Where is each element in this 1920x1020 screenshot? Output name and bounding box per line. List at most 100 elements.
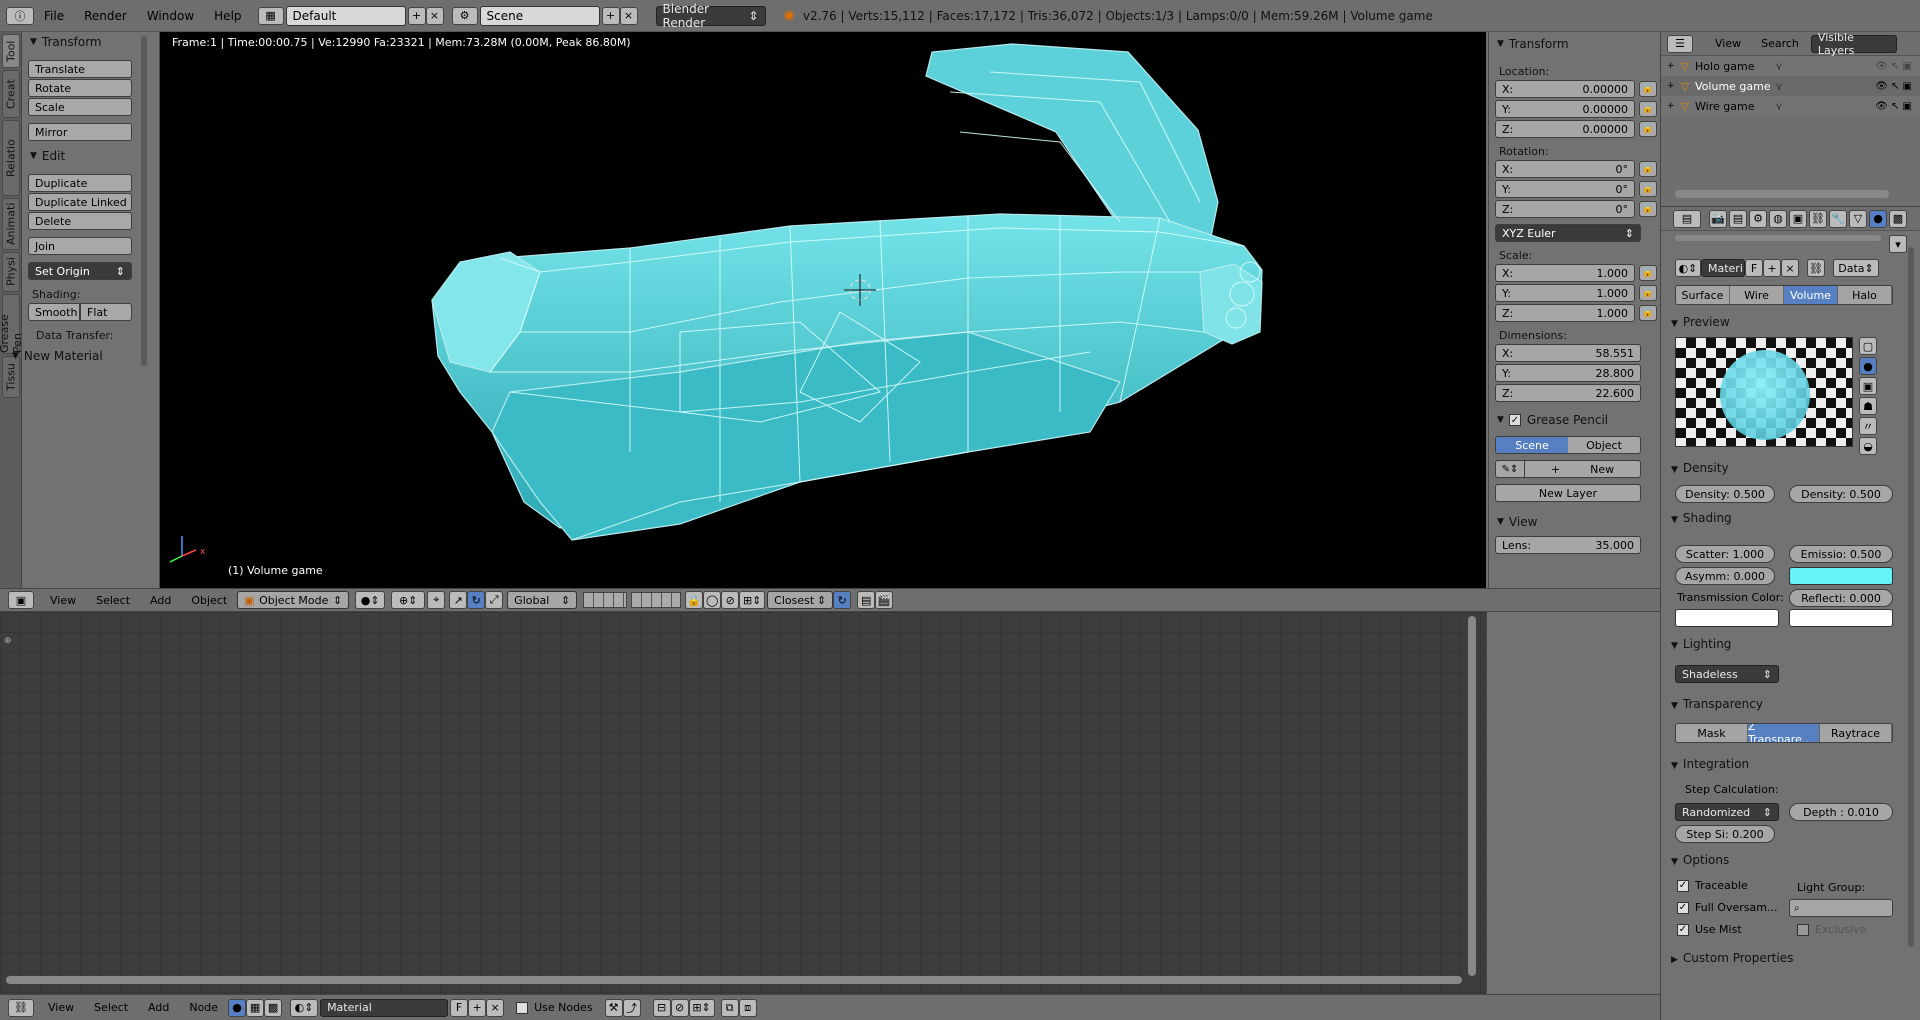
lock-icon[interactable]: 🔓 [1639, 161, 1657, 177]
type-tab-wire[interactable]: Wire [1730, 286, 1784, 304]
layer-buttons-b[interactable] [631, 592, 682, 608]
link-select[interactable]: Data ⇕ [1833, 259, 1879, 277]
pivot-point-icon[interactable]: ⊕⇕ [391, 591, 426, 609]
reflection-field[interactable]: Reflecti: 0.000 [1789, 589, 1893, 607]
density-scale-field[interactable]: Density: 0.500 [1789, 485, 1893, 503]
add-material-icon[interactable]: + [468, 998, 487, 1017]
lock-camera-icon[interactable]: 🔒 [685, 591, 704, 609]
render-image-icon[interactable]: ▤ [857, 591, 876, 609]
add-scene-icon[interactable]: + [601, 6, 620, 25]
type-tab-surface[interactable]: Surface [1676, 286, 1730, 304]
density-field[interactable]: Density: 0.500 [1675, 485, 1775, 503]
material-name-field[interactable]: Material [320, 998, 449, 1017]
location-z-field[interactable]: Z: 0.00000 [1495, 120, 1635, 138]
step-size-field[interactable]: Step Si: 0.200 [1675, 825, 1775, 843]
preview-sky-icon[interactable]: ◒ [1859, 437, 1877, 455]
outliner-item-wire-game[interactable]: + ▽ Wire game ⋎ 👁 ↖ ▣ [1661, 96, 1920, 116]
grease-pencil-checkbox[interactable]: ✓ [1508, 414, 1521, 426]
transparency-tab-ztransp[interactable]: Z Transpare... [1748, 724, 1820, 742]
preview-sphere-icon[interactable]: ● [1859, 357, 1877, 375]
asymmetry-field[interactable]: Asymm: 0.000 [1675, 567, 1775, 585]
remove-layout-icon[interactable]: × [425, 6, 444, 25]
rotation-x-field[interactable]: X: 0° [1495, 160, 1635, 178]
backdrop-icon[interactable]: ⚒ [604, 998, 623, 1017]
snap-element-icon[interactable]: ⊞⇕ [688, 998, 715, 1017]
view3d-menu-select[interactable]: Select [86, 594, 140, 607]
modifiers-tab-icon[interactable]: 🔧 [1829, 209, 1847, 228]
node-editor-hscrollbar[interactable] [6, 976, 1462, 984]
scale-button[interactable]: Scale [28, 98, 132, 116]
scale-y-field[interactable]: Y: 1.000 [1495, 284, 1635, 302]
material-tab-icon[interactable]: ● [1869, 209, 1887, 228]
node-menu-select[interactable]: Select [84, 1001, 138, 1014]
object-tab-icon[interactable]: ▣ [1789, 209, 1807, 228]
world-tab-icon[interactable]: ◍ [1769, 209, 1787, 228]
lock-icon[interactable]: 🔓 [1639, 285, 1657, 301]
menu-window[interactable]: Window [137, 9, 204, 23]
scene-icon[interactable]: ⚙ [451, 6, 478, 25]
lock-icon[interactable]: 🔓 [1639, 101, 1657, 117]
material-name-field[interactable]: Materi [1701, 259, 1745, 277]
view3d-menu-add[interactable]: Add [140, 594, 181, 607]
compositing-nodes-icon[interactable]: ▩ [264, 998, 283, 1017]
editor-type-icon[interactable]: ▣ [8, 591, 34, 609]
paste-nodes-icon[interactable]: ⧈ [738, 998, 757, 1017]
use-nodes-checkbox[interactable] [516, 1001, 529, 1014]
step-method-select[interactable]: Randomized ⇕ [1675, 803, 1779, 821]
lock-icon[interactable]: 🔓 [1639, 181, 1657, 197]
location-x-field[interactable]: X: 0.00000 [1495, 80, 1635, 98]
join-button[interactable]: Join [28, 237, 132, 255]
preview-monkey-icon[interactable]: ☗ [1859, 397, 1877, 415]
constraints-tab-icon[interactable]: ⛓ [1809, 209, 1827, 228]
lock-icon[interactable]: 🔓 [1639, 201, 1657, 217]
scattering-field[interactable]: Scatter: 1.000 [1675, 545, 1775, 563]
duplicate-linked-button[interactable]: Duplicate Linked [28, 193, 132, 211]
type-tab-halo[interactable]: Halo [1838, 286, 1892, 304]
light-group-field[interactable]: ⌕ [1789, 899, 1893, 917]
menu-render[interactable]: Render [74, 9, 137, 23]
translate-manipulator-icon[interactable]: ↗ [449, 591, 468, 609]
outliner-filter-select[interactable]: Visible Layers [1810, 31, 1897, 57]
gp-new-button[interactable]: + New [1525, 460, 1641, 478]
tab-grease-pencil[interactable]: Grease Pen [0, 294, 24, 354]
lock-icon[interactable]: 🔓 [1639, 81, 1657, 97]
tab-create[interactable]: Creat [2, 70, 20, 118]
outliner-hscrollbar[interactable] [1675, 190, 1889, 198]
transparency-tab-mask[interactable]: Mask [1676, 724, 1748, 742]
snap-icon[interactable]: ⊟ [652, 998, 671, 1017]
menu-file[interactable]: File [34, 9, 74, 23]
editor-type-icon[interactable]: ⛓ [8, 998, 34, 1017]
unlink-material-icon[interactable]: × [486, 998, 505, 1017]
full-oversampling-option[interactable]: ✓ Full Oversam... [1677, 901, 1777, 914]
use-mist-checkbox[interactable]: ✓ [1677, 923, 1689, 936]
snap-target-select[interactable]: Closest ⇕ [767, 591, 834, 609]
scale-manipulator-icon[interactable]: ⤢ [485, 591, 504, 609]
smooth-button[interactable]: Smooth [28, 303, 80, 321]
integration-section-header[interactable]: ▼ Integration [1671, 757, 1749, 771]
lighting-section-header[interactable]: ▼ Lighting [1671, 637, 1731, 651]
full-oversampling-checkbox[interactable]: ✓ [1677, 901, 1689, 914]
mirror-button[interactable]: Mirror [28, 123, 132, 141]
tab-physics[interactable]: Physi [2, 252, 20, 292]
screen-layout-icon[interactable]: ▦ [257, 6, 284, 25]
slot-menu-icon[interactable]: ▾ [1889, 235, 1907, 253]
traceable-checkbox[interactable]: ✓ [1677, 879, 1689, 892]
gp-new-layer-button[interactable]: New Layer [1495, 484, 1641, 502]
node-menu-node[interactable]: Node [179, 1001, 228, 1014]
pencil-icon[interactable]: ✎⇕ [1495, 460, 1525, 478]
editor-type-icon[interactable]: ▤ [1673, 209, 1701, 228]
rotation-y-field[interactable]: Y: 0° [1495, 180, 1635, 198]
gp-scene-tab[interactable]: Scene [1496, 437, 1568, 453]
render-layers-tab-icon[interactable]: ▤ [1729, 209, 1747, 228]
texture-tab-icon[interactable]: ▩ [1889, 209, 1907, 228]
reflection-color-swatch[interactable] [1789, 609, 1893, 627]
unlink-material-icon[interactable]: × [1781, 259, 1799, 277]
properties-scrollbar[interactable] [1908, 247, 1914, 947]
delete-button[interactable]: Delete [28, 212, 132, 230]
visibility-icons[interactable]: 👁 ↖ ▣ [1875, 61, 1912, 72]
view3d-menu-object[interactable]: Object [181, 594, 237, 607]
proportional-edit-icon[interactable]: ◯ [703, 591, 722, 609]
scale-x-field[interactable]: X: 1.000 [1495, 264, 1635, 282]
emission-field[interactable]: Emissio: 0.500 [1789, 545, 1893, 563]
node-editor-canvas[interactable]: ⊕ [0, 612, 1486, 994]
